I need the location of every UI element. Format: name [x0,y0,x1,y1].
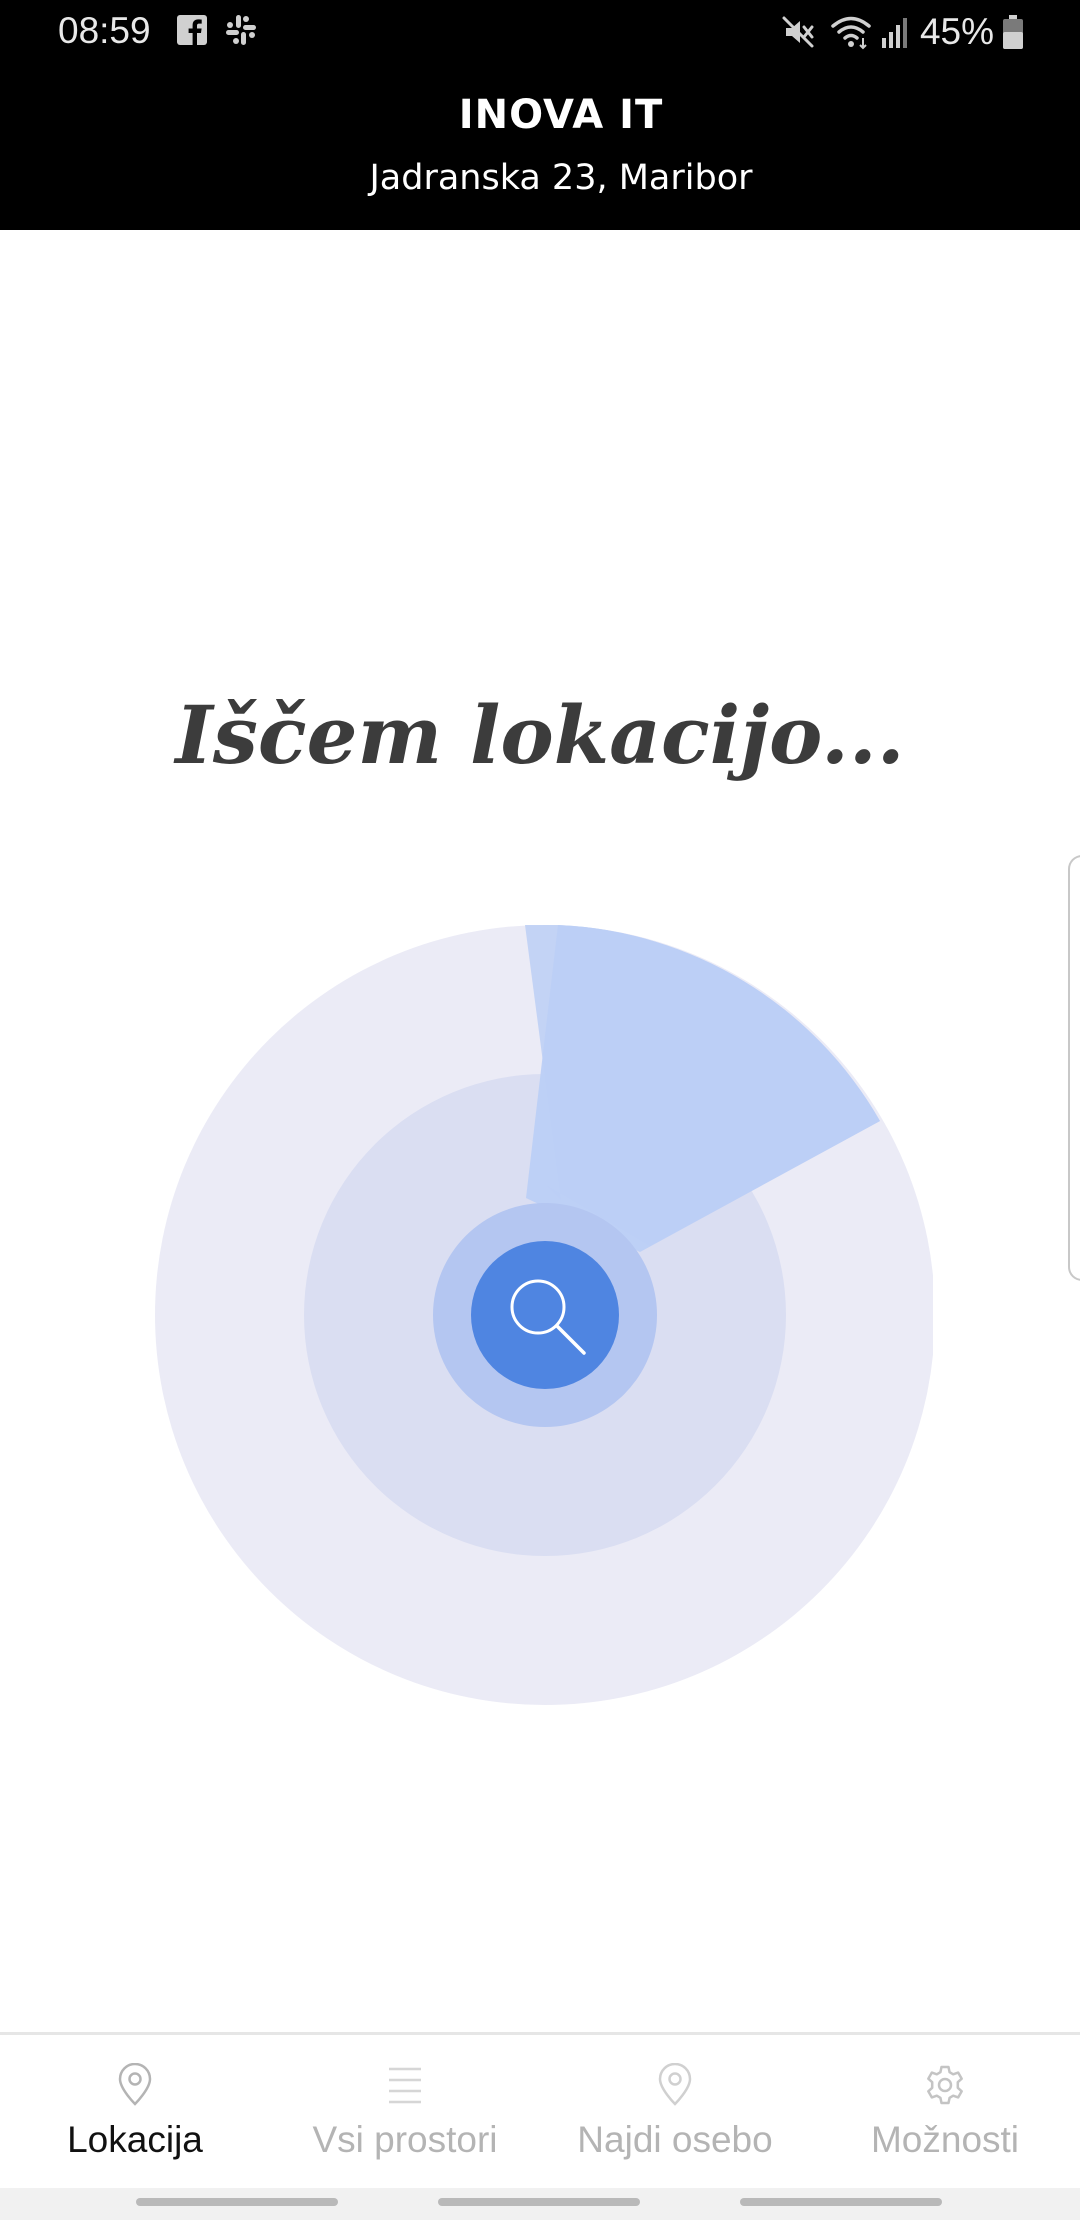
searching-location-title: Iščem lokacijo... [175,688,905,782]
radar-core [471,1241,619,1389]
gesture-pill-back[interactable] [740,2198,942,2206]
wifi-icon [830,14,872,50]
slack-icon [224,13,258,47]
nav-label: Možnosti [870,2119,1020,2160]
battery-icon [1002,14,1024,50]
location-radar [130,900,960,1730]
gear-icon [921,2061,969,2109]
nav-label: Vsi prostori [312,2119,498,2160]
venue-title: INOVA IT [458,92,664,138]
bottom-navigation: Lokacija Vsi prostori Najdi osebo Možnos… [0,2032,1080,2188]
gesture-pill-recents[interactable] [136,2198,338,2206]
system-gesture-bar [0,2188,1080,2220]
status-bar: 08:59 45% [0,0,1080,62]
nav-label: Najdi osebo [577,2119,773,2160]
nav-label: Lokacija [67,2119,203,2160]
top-bar: 08:59 45% INOVA IT Jadranska 23, Maribor [0,0,1080,230]
venue-address: Jadranska 23, Maribor [369,158,753,198]
nav-item-lokacija[interactable]: Lokacija [0,2035,270,2188]
mute-icon [780,14,816,50]
location-pin-icon [651,2061,699,2109]
gesture-pill-home[interactable] [438,2198,640,2206]
battery-percent: 45% [919,11,994,52]
nav-item-moznosti[interactable]: Možnosti [810,2035,1080,2188]
facebook-icon [176,14,208,46]
list-icon [381,2061,429,2109]
nav-item-vsi-prostori[interactable]: Vsi prostori [270,2035,540,2188]
location-pin-icon [111,2061,159,2109]
signal-icon [880,14,910,50]
status-time: 08:59 [58,10,151,51]
status-system-icons: 45% [780,10,1024,54]
edge-panel-handle[interactable] [1068,855,1080,1281]
nav-item-najdi-osebo[interactable]: Najdi osebo [540,2035,810,2188]
